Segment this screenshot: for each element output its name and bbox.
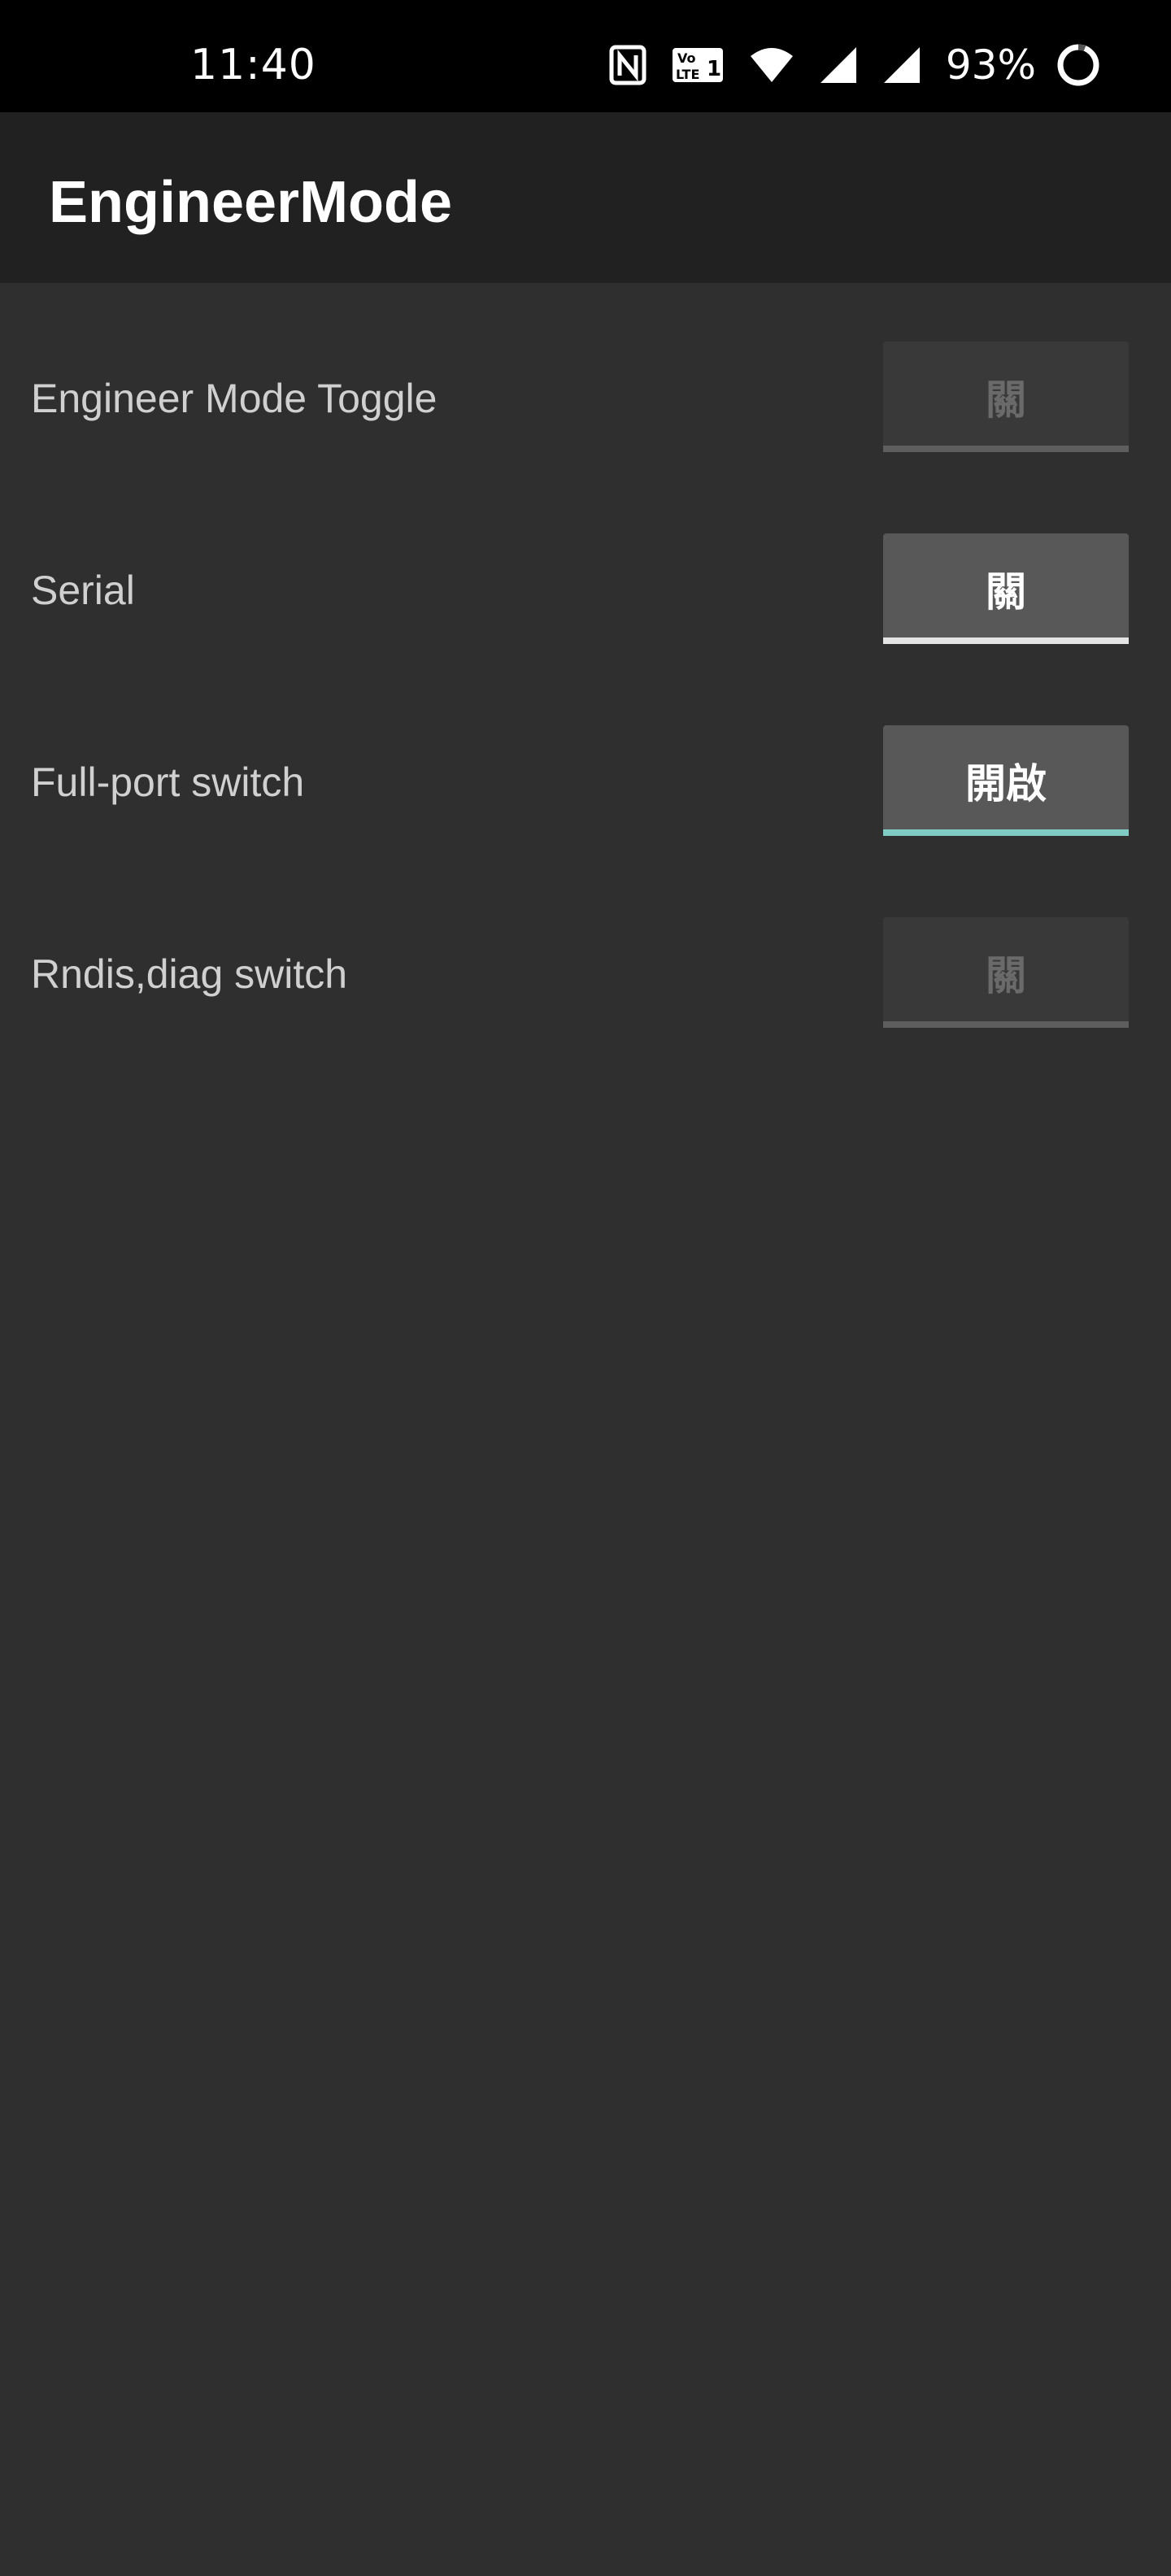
svg-text:Vo: Vo: [677, 50, 696, 66]
button-underline: [883, 446, 1129, 452]
nfc-icon: [609, 45, 646, 85]
app-title: EngineerMode: [49, 170, 453, 235]
button-label: 關: [986, 376, 1026, 424]
button-underline: [883, 1021, 1129, 1028]
button-label: 關: [986, 952, 1026, 999]
serial-toggle-button[interactable]: 關: [883, 533, 1129, 644]
row-label: Rndis,diag switch: [31, 951, 348, 997]
signal-icon: [819, 46, 858, 85]
rndis-diag-switch-button[interactable]: 關: [883, 917, 1129, 1028]
button-underline: [883, 637, 1129, 644]
row-full-port-switch: Full-port switch 開啟: [0, 725, 1171, 839]
row-engineer-mode-toggle: Engineer Mode Toggle 關: [0, 342, 1171, 455]
status-bar: 11:40 Vo LTE 1 93%: [0, 0, 1171, 112]
button-underline: [883, 829, 1129, 836]
row-label: Engineer Mode Toggle: [31, 376, 437, 421]
full-port-switch-button[interactable]: 開啟: [883, 725, 1129, 836]
signal-icon: [882, 46, 921, 85]
engineer-mode-toggle-button[interactable]: 關: [883, 342, 1129, 452]
row-rndis-diag-switch: Rndis,diag switch 關: [0, 917, 1171, 1031]
battery-icon: [1056, 42, 1101, 88]
button-label: 關: [986, 568, 1026, 616]
status-time: 11:40: [190, 41, 316, 89]
app-bar: EngineerMode: [0, 112, 1171, 283]
wifi-icon: [749, 46, 794, 84]
row-label: Full-port switch: [31, 759, 305, 805]
volte-icon: Vo LTE 1: [671, 45, 725, 85]
row-serial: Serial 關: [0, 533, 1171, 647]
status-icons: Vo LTE 1 93%: [609, 33, 1101, 98]
svg-text:1: 1: [707, 57, 721, 81]
svg-text:LTE: LTE: [676, 67, 699, 82]
row-label: Serial: [31, 568, 135, 613]
battery-percent: 93%: [945, 41, 1036, 89]
button-label: 開啟: [965, 760, 1047, 807]
